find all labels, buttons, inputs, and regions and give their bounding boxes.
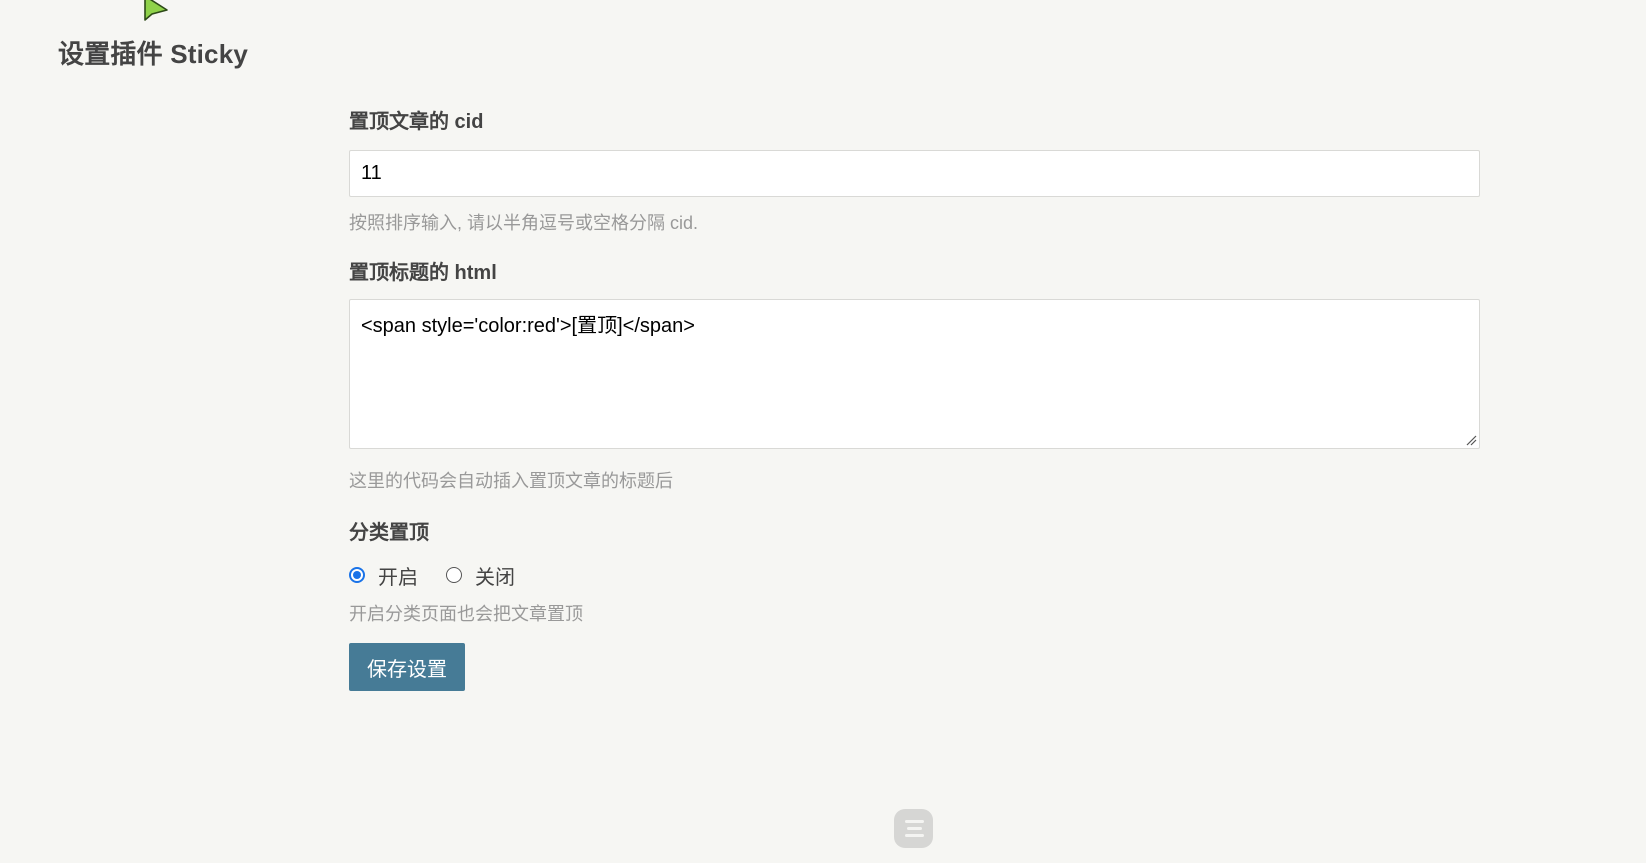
cid-field-label: 置顶文章的 cid [349, 111, 484, 133]
resize-handle-icon[interactable] [1465, 434, 1477, 446]
html-textarea-wrapper: <span style='color:red'>[置顶]</span> [349, 299, 1480, 449]
radio-option-enable[interactable]: 开启 [349, 561, 418, 590]
cid-input[interactable] [349, 150, 1480, 197]
category-sticky-radio-group: 开启 关闭 [349, 561, 1480, 589]
radio-label-disable[interactable]: 关闭 [475, 561, 515, 590]
mouse-cursor-icon [144, 0, 168, 21]
settings-form: 置顶文章的 cid 按照排序输入, 请以半角逗号或空格分隔 cid. 置顶标题的… [349, 110, 1480, 691]
save-settings-button[interactable]: 保存设置 [349, 643, 465, 691]
cid-description: 按照排序输入, 请以半角逗号或空格分隔 cid. [349, 213, 699, 233]
radio-button-enable[interactable] [349, 567, 365, 583]
menu-lines-icon[interactable] [894, 809, 933, 848]
category-sticky-label: 分类置顶 [349, 522, 429, 544]
html-textarea[interactable]: <span style='color:red'>[置顶]</span> [349, 299, 1480, 449]
html-description: 这里的代码会自动插入置顶文章的标题后 [349, 471, 673, 491]
html-field-label: 置顶标题的 html [349, 262, 497, 284]
radio-option-disable[interactable]: 关闭 [446, 561, 515, 590]
plugin-settings-page: 设置插件 Sticky 置顶文章的 cid 按照排序输入, 请以半角逗号或空格分… [0, 0, 1646, 863]
page-title: 设置插件 Sticky [58, 39, 249, 69]
radio-button-disable[interactable] [446, 567, 462, 583]
category-sticky-description: 开启分类页面也会把文章置顶 [349, 604, 583, 624]
radio-label-enable[interactable]: 开启 [378, 561, 418, 590]
